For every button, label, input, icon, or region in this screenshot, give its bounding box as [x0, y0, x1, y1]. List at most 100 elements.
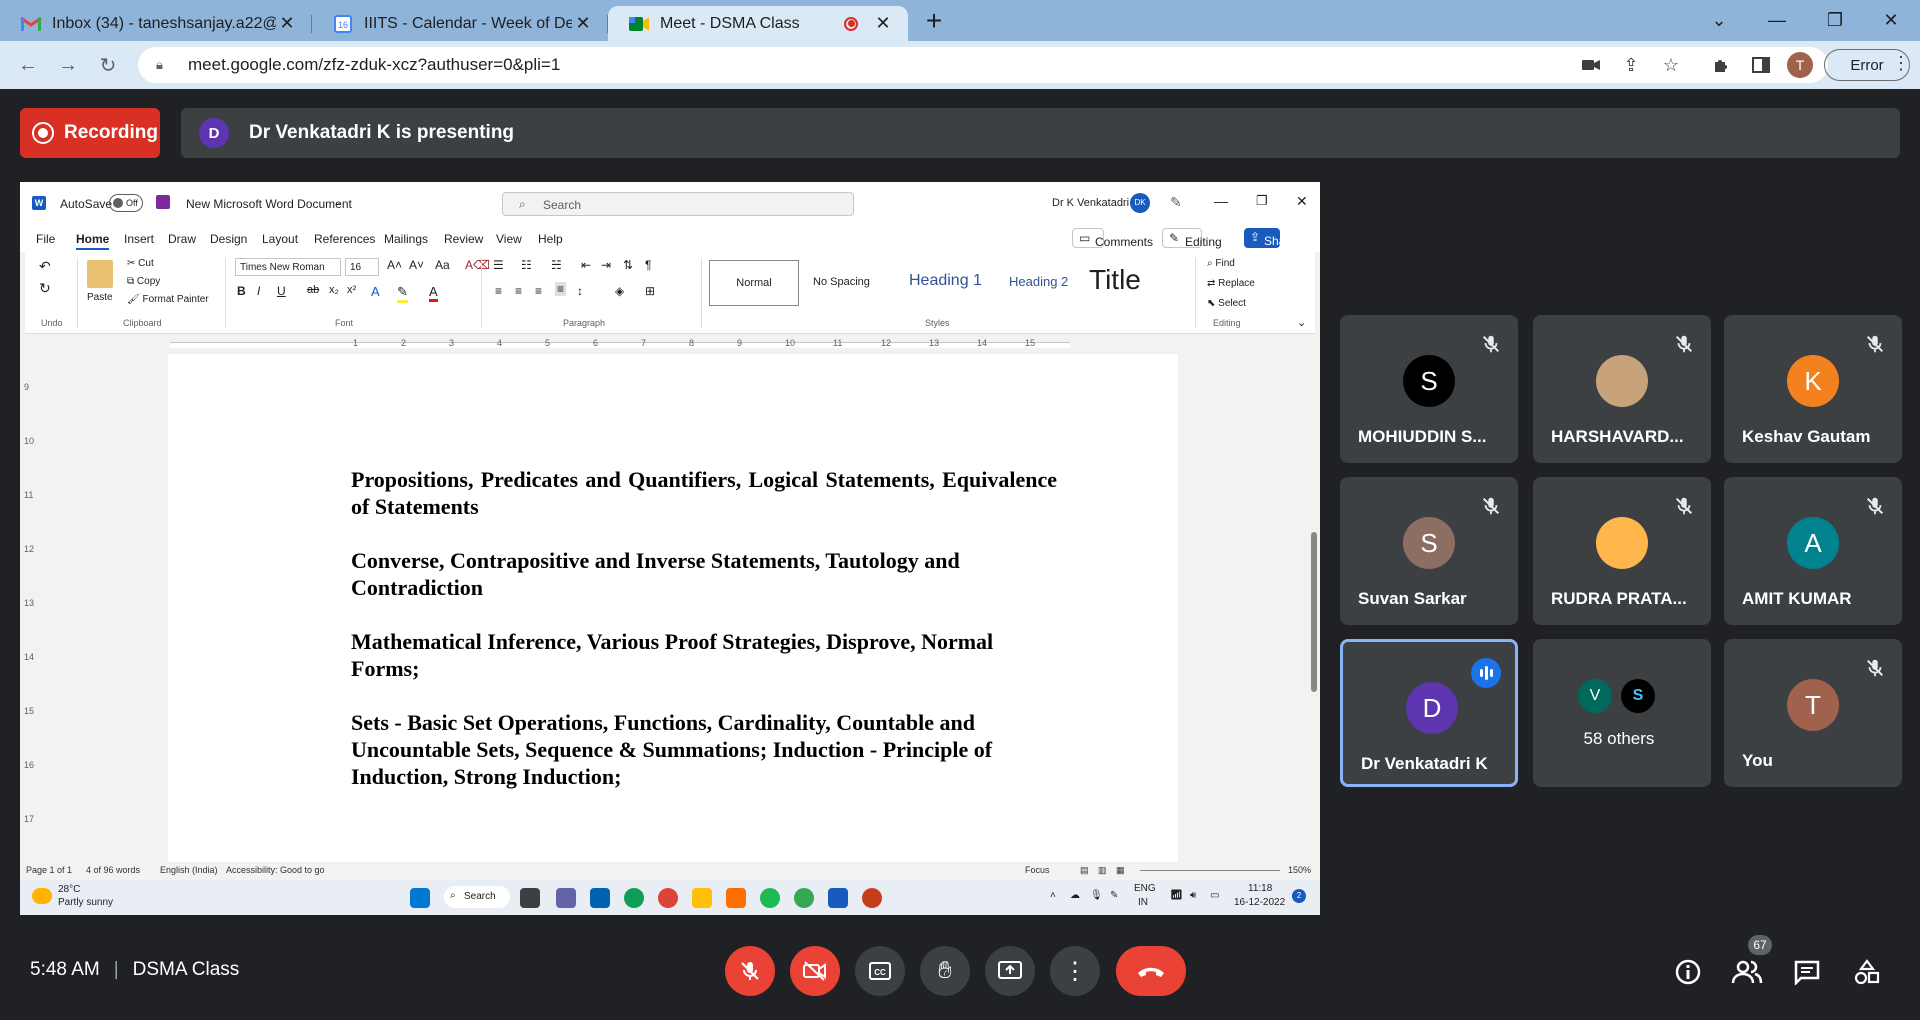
zoom-slider[interactable]: [1140, 870, 1280, 871]
justify-icon[interactable]: ≡: [555, 282, 567, 296]
new-tab-button[interactable]: +: [918, 6, 950, 38]
microphone-toggle[interactable]: [725, 946, 775, 996]
wifi-icon[interactable]: 📶︎: [1170, 890, 1183, 901]
accessibility-status[interactable]: Accessibility: Good to go: [226, 865, 325, 875]
replace-button[interactable]: ⇄ Replace: [1207, 278, 1255, 289]
bookmark-star-icon[interactable]: ☆: [1657, 51, 1685, 79]
extensions-icon[interactable]: [1707, 51, 1735, 79]
shrink-font-icon[interactable]: A˅: [409, 258, 424, 272]
font-color-icon[interactable]: A: [429, 284, 438, 302]
chrome-profile-icon[interactable]: [794, 888, 814, 908]
participant-tile[interactable]: A AMIT KUMAR: [1724, 477, 1902, 625]
volume-icon[interactable]: 🔊︎: [1190, 890, 1196, 901]
format-painter-button[interactable]: 🖌︎ Format Painter: [127, 294, 209, 305]
participant-tile[interactable]: RUDRA PRATA...: [1533, 477, 1711, 625]
menu-mailings[interactable]: Mailings: [384, 232, 428, 246]
superscript-icon[interactable]: x²: [347, 284, 356, 296]
restore-icon[interactable]: ❐: [1806, 0, 1864, 41]
copy-button[interactable]: ⧉ Copy: [127, 276, 160, 287]
menu-draw[interactable]: Draw: [168, 232, 196, 246]
document-scrollbar[interactable]: [1310, 352, 1318, 872]
paste-label[interactable]: Paste: [87, 292, 113, 303]
participant-tile[interactable]: S MOHIUDDIN S...: [1340, 315, 1518, 463]
subscript-icon[interactable]: x₂: [329, 284, 339, 296]
chrome-icon[interactable]: [658, 888, 678, 908]
word-search-box[interactable]: ⌕ Search: [502, 192, 854, 216]
text-effects-icon[interactable]: A: [371, 284, 380, 299]
meeting-details-icon[interactable]: [1671, 955, 1705, 989]
recording-badge[interactable]: Recording: [20, 108, 160, 158]
word-minimize-icon[interactable]: —: [1214, 193, 1228, 209]
focus-button[interactable]: Focus: [1025, 865, 1050, 875]
windows-start-icon[interactable]: [410, 888, 430, 908]
close-window-icon[interactable]: ✕: [1862, 0, 1920, 41]
style-heading-1[interactable]: Heading 1: [909, 272, 982, 290]
menu-view[interactable]: View: [496, 232, 522, 246]
menu-references[interactable]: References: [314, 232, 375, 246]
word-taskbar-icon[interactable]: [828, 888, 848, 908]
mic-tray-icon[interactable]: 🎙︎: [1090, 890, 1103, 901]
menu-review[interactable]: Review: [444, 232, 483, 246]
collapse-ribbon-icon[interactable]: ⌄: [1297, 316, 1306, 329]
underline-icon[interactable]: U: [277, 284, 286, 298]
sort-icon[interactable]: ⇅: [623, 258, 633, 272]
autosave-toggle[interactable]: Off: [109, 194, 143, 212]
pen-icon[interactable]: ✎: [1170, 194, 1182, 211]
profile-avatar[interactable]: T: [1787, 52, 1813, 78]
pen-tray-icon[interactable]: ✎: [1110, 890, 1118, 901]
participant-tile[interactable]: S Suvan Sarkar: [1340, 477, 1518, 625]
tab-gmail[interactable]: Inbox (34) - taneshsanjay.a22@iiit ✕: [0, 6, 312, 41]
style-no-spacing[interactable]: No Spacing: [813, 276, 870, 288]
highlight-icon[interactable]: ✎: [397, 284, 408, 303]
document-name[interactable]: New Microsoft Word Document: [186, 197, 352, 211]
share-page-icon[interactable]: ⇪: [1617, 51, 1645, 79]
style-heading-2[interactable]: Heading 2: [1009, 274, 1068, 289]
close-tab-icon[interactable]: ✕: [572, 13, 594, 34]
menu-design[interactable]: Design: [210, 232, 247, 246]
web-layout-icon[interactable]: ▦: [1116, 865, 1125, 876]
document-paragraph[interactable]: Sets - Basic Set Operations, Functions, …: [351, 709, 1057, 790]
word-user-avatar[interactable]: DK: [1130, 193, 1150, 213]
save-icon[interactable]: [156, 195, 170, 209]
reload-icon[interactable]: ↻: [92, 49, 124, 81]
edge-icon[interactable]: [624, 888, 644, 908]
notification-badge[interactable]: 2: [1292, 889, 1306, 903]
multilevel-list-icon[interactable]: ☵: [551, 258, 562, 272]
zoom-level[interactable]: 150%: [1288, 865, 1311, 875]
battery-icon[interactable]: ▭: [1210, 890, 1219, 901]
minimize-icon[interactable]: —: [1748, 0, 1806, 41]
browser-menu-icon[interactable]: ⋮: [1892, 53, 1910, 74]
cut-button[interactable]: ✂ Cut: [127, 258, 154, 269]
print-layout-icon[interactable]: ▥: [1098, 865, 1107, 876]
tab-meet[interactable]: Meet - DSMA Class ✕: [608, 6, 908, 41]
file-explorer-icon[interactable]: [692, 888, 712, 908]
select-button[interactable]: ⬉ Select: [1207, 298, 1246, 309]
tray-chevron-icon[interactable]: ˄: [1050, 890, 1056, 901]
find-button[interactable]: ⌕ Find: [1207, 258, 1235, 269]
align-left-icon[interactable]: ≡: [495, 284, 502, 298]
more-options-button[interactable]: ⋮: [1050, 946, 1100, 996]
align-right-icon[interactable]: ≡: [535, 284, 542, 298]
bold-icon[interactable]: B: [237, 284, 246, 298]
word-restore-icon[interactable]: ❐: [1256, 193, 1268, 209]
numbering-icon[interactable]: ☷: [521, 258, 532, 272]
align-center-icon[interactable]: ≡: [515, 284, 522, 298]
menu-help[interactable]: Help: [538, 232, 563, 246]
store-icon[interactable]: [590, 888, 610, 908]
chat-icon[interactable]: [1790, 955, 1824, 989]
scrollbar-thumb[interactable]: [1311, 532, 1317, 692]
tab-search-icon[interactable]: ⌄: [1690, 0, 1748, 41]
present-button[interactable]: [985, 946, 1035, 996]
redo-icon[interactable]: ↻: [39, 280, 51, 297]
document-paragraph[interactable]: Mathematical Inference, Various Proof St…: [351, 628, 1057, 682]
menu-file[interactable]: File: [36, 232, 55, 246]
participant-tile[interactable]: HARSHAVARD...: [1533, 315, 1711, 463]
italic-icon[interactable]: I: [257, 284, 260, 298]
spotify-icon[interactable]: [760, 888, 780, 908]
taskbar-search[interactable]: ⌕ Search: [444, 886, 510, 908]
task-view-icon[interactable]: [520, 888, 540, 908]
camera-toggle[interactable]: [790, 946, 840, 996]
powerpoint-icon[interactable]: [862, 888, 882, 908]
participant-tile[interactable]: K Keshav Gautam: [1724, 315, 1902, 463]
close-tab-icon[interactable]: ✕: [276, 13, 298, 34]
